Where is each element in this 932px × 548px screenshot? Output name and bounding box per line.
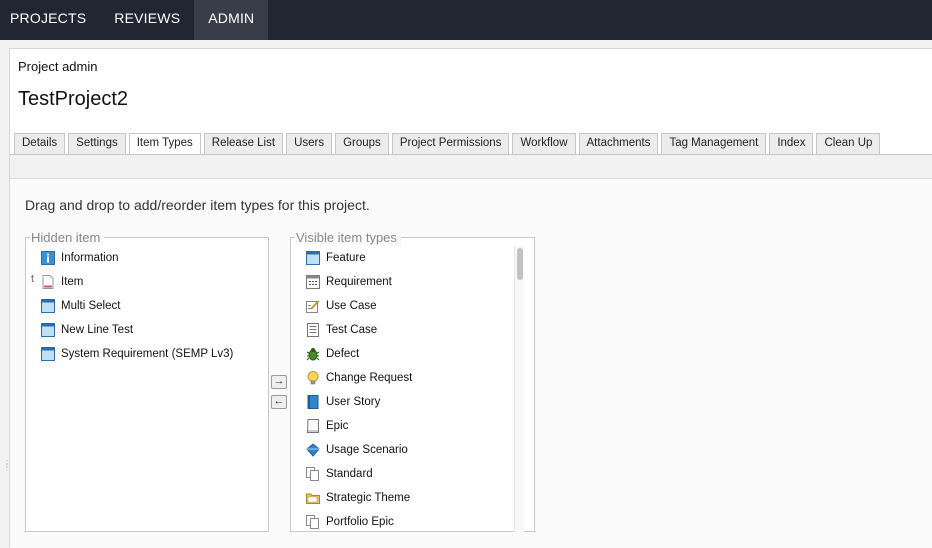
list-item-label: User Story <box>326 396 381 408</box>
admin-panel: Project admin TestProject2 Details Setti… <box>9 48 932 548</box>
window-icon <box>41 323 55 337</box>
list-item-label: Epic <box>326 420 349 432</box>
list-item-label: New Line Test <box>61 324 134 336</box>
visible-item-types-legend: Visible item types <box>295 230 401 245</box>
tab-project-permissions[interactable]: Project Permissions <box>391 133 510 154</box>
tab-release-list[interactable]: Release List <box>203 133 284 154</box>
tab-index[interactable]: Index <box>769 133 814 154</box>
lightbulb-icon <box>307 371 319 385</box>
visible-item-user-story[interactable]: User Story <box>306 394 380 410</box>
visible-item-epic[interactable]: Epic <box>306 418 348 434</box>
list-item-label: Requirement <box>326 276 392 288</box>
nav-reviews[interactable]: REVIEWS <box>100 0 194 40</box>
list-item-label: Use Case <box>326 300 377 312</box>
tab-attachments[interactable]: Attachments <box>578 133 659 154</box>
move-right-button[interactable]: → <box>271 375 287 389</box>
tab-details[interactable]: Details <box>14 133 66 154</box>
visible-item-defect[interactable]: Defect <box>306 346 359 362</box>
requirement-icon <box>306 275 320 289</box>
top-navigation: PROJECTS REVIEWS ADMIN <box>0 0 932 40</box>
move-left-button[interactable]: ← <box>271 395 287 409</box>
tab-item-types[interactable]: Item Types <box>128 133 201 155</box>
list-item-label: Defect <box>326 348 360 360</box>
instructions-text: Drag and drop to add/reorder item types … <box>25 197 370 213</box>
copy-icon <box>306 467 319 481</box>
hidden-item-new-line-test[interactable]: New Line Test <box>41 322 133 338</box>
diamond-icon <box>306 443 320 457</box>
tab-groups[interactable]: Groups <box>335 133 389 154</box>
list-item-label: Item <box>61 276 84 288</box>
tab-bar: Details Settings Item Types Release List… <box>14 133 883 155</box>
copy-icon <box>306 515 319 529</box>
list-item-label: Multi Select <box>61 300 121 312</box>
breadcrumb: Project admin <box>18 59 98 74</box>
visible-item-change-request[interactable]: Change Request <box>306 370 412 386</box>
window-icon <box>41 347 55 361</box>
hidden-item-legend: Hidden item <box>30 230 105 245</box>
tab-settings[interactable]: Settings <box>68 133 126 154</box>
hidden-item-information[interactable]: Information <box>41 250 119 266</box>
visible-item-usage-scenario[interactable]: Usage Scenario <box>306 442 408 458</box>
epic-icon <box>306 419 319 433</box>
window-icon <box>306 251 320 265</box>
test-case-icon <box>307 323 319 337</box>
hidden-item-multi-select[interactable]: Multi Select <box>41 298 120 314</box>
document-icon <box>42 275 54 289</box>
list-item-label: Strategic Theme <box>326 492 411 504</box>
visible-item-requirement[interactable]: Requirement <box>306 274 392 290</box>
visible-item-strategic-theme[interactable]: Strategic Theme <box>306 490 410 506</box>
list-item-label: Test Case <box>326 324 378 336</box>
list-item-label: Usage Scenario <box>326 444 408 456</box>
list-item-label: System Requirement (SEMP Lv3) <box>61 348 234 360</box>
tab-tag-management[interactable]: Tag Management <box>661 133 767 154</box>
list-item-label: Portfolio Epic <box>326 516 394 528</box>
scrollbar-thumb[interactable] <box>517 248 523 280</box>
list-item-label: Information <box>61 252 119 264</box>
visible-item-use-case[interactable]: Use Case <box>306 298 377 314</box>
use-case-icon <box>306 300 320 313</box>
information-icon <box>41 251 55 265</box>
visible-item-portfolio-epic[interactable]: Portfolio Epic <box>306 514 394 530</box>
visible-item-types-list[interactable]: Visible item types Feature Requirement U… <box>290 230 535 532</box>
nav-admin[interactable]: ADMIN <box>194 0 269 40</box>
page-title: TestProject2 <box>18 88 129 110</box>
book-icon <box>307 395 319 409</box>
folder-icon <box>306 493 320 504</box>
stray-text: t <box>31 273 35 285</box>
tab-workflow[interactable]: Workflow <box>512 133 576 154</box>
tab-clean-up[interactable]: Clean Up <box>816 133 881 154</box>
window-icon <box>41 299 55 313</box>
list-item-label: Feature <box>326 252 366 264</box>
list-item-label: Standard <box>326 468 373 480</box>
hidden-item-system-requirement[interactable]: System Requirement (SEMP Lv3) <box>41 346 233 362</box>
visible-item-test-case[interactable]: Test Case <box>306 322 377 338</box>
panel-resize-grip[interactable]: ⋮ ⋮ <box>3 460 11 476</box>
hidden-item-list[interactable]: Hidden item t Information Item Multi Sel… <box>25 230 269 532</box>
tab-users[interactable]: Users <box>286 133 333 154</box>
visible-item-feature[interactable]: Feature <box>306 250 366 266</box>
hidden-item-item[interactable]: Item <box>41 274 83 290</box>
visible-item-standard[interactable]: Standard <box>306 466 373 482</box>
visible-list-scrollbar[interactable] <box>514 246 524 532</box>
list-item-label: Change Request <box>326 372 413 384</box>
toolbar-band <box>10 155 932 179</box>
nav-projects[interactable]: PROJECTS <box>0 0 100 40</box>
bug-icon <box>306 348 320 361</box>
